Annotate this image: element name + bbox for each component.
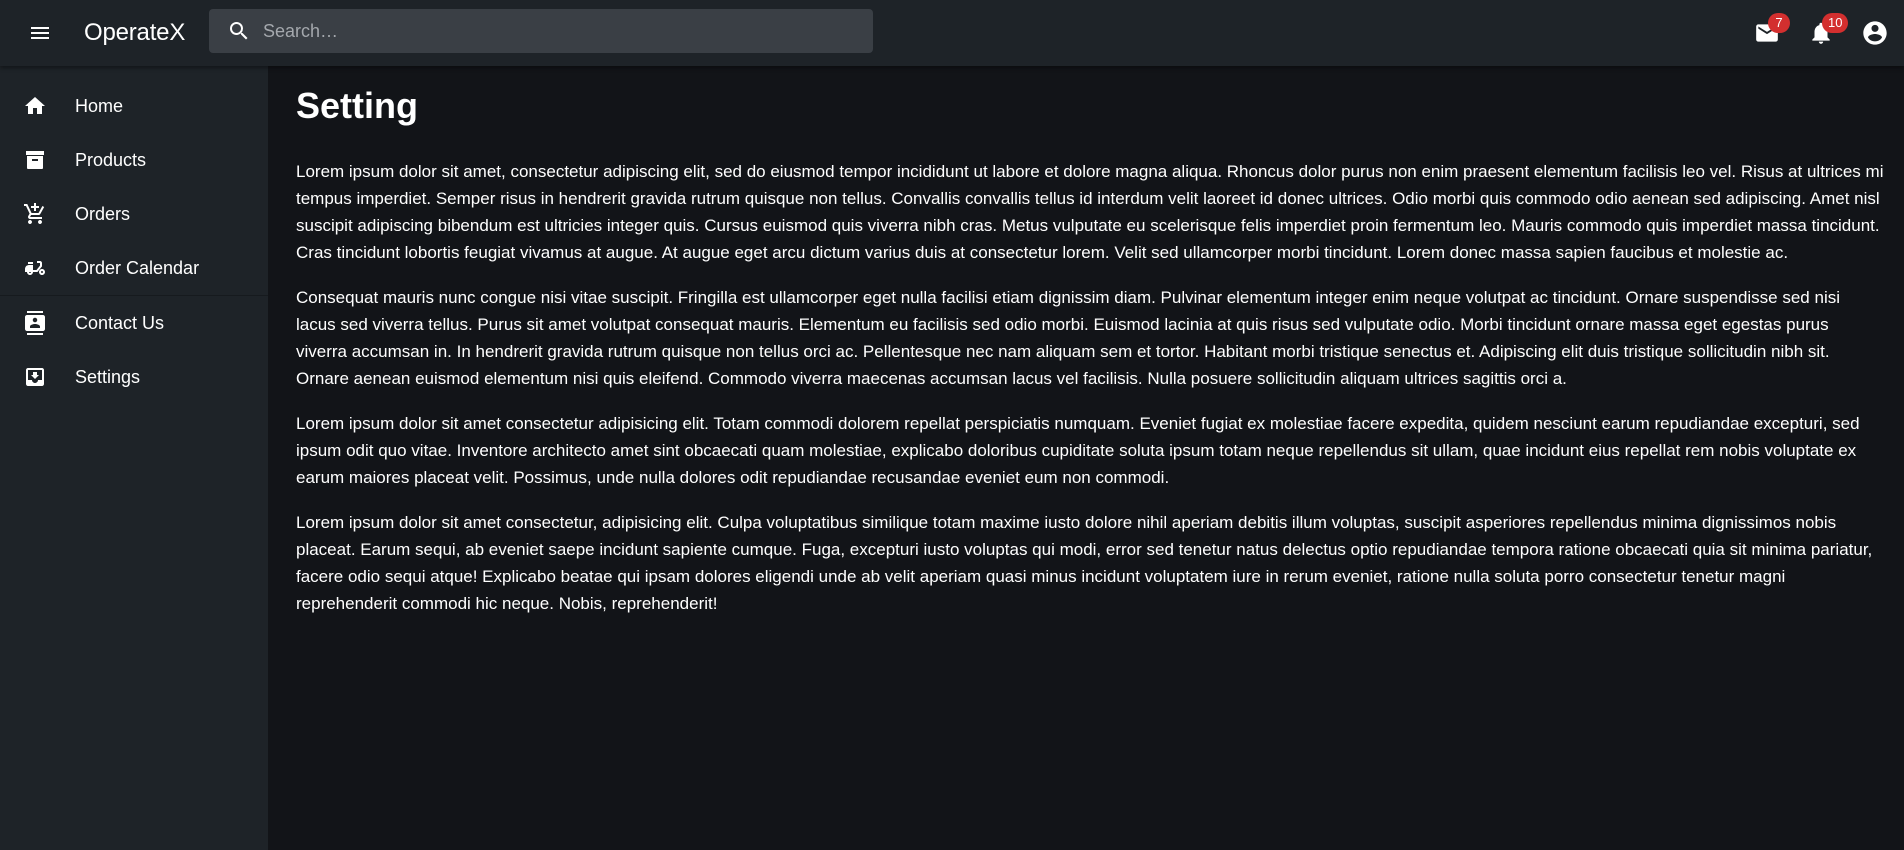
settings-box-icon (23, 365, 47, 389)
notification-badge: 10 (1822, 13, 1849, 33)
sidebar-item-label: Contact Us (75, 312, 165, 333)
sidebar-item-settings[interactable]: Settings (0, 350, 268, 404)
sidebar-item-label: Order Calendar (75, 257, 200, 278)
account-button[interactable] (1848, 6, 1902, 60)
main-content: Setting Lorem ipsum dolor sit amet, cons… (268, 66, 1904, 850)
sidebar-item-orders[interactable]: Orders (0, 187, 268, 241)
contact-card-icon (23, 311, 47, 335)
scooter-icon (23, 256, 47, 280)
content-paragraph: Lorem ipsum dolor sit amet consectetur a… (296, 414, 1860, 487)
content-paragraph: Consequat mauris nunc congue nisi vitae … (296, 288, 1840, 388)
sidebar-item-label: Home (75, 95, 124, 116)
page-title: Setting (296, 85, 418, 126)
sidebar-item-label: Products (75, 149, 147, 170)
cart-icon (23, 202, 47, 226)
hamburger-menu-icon (31, 27, 49, 39)
sidebar-item-label: Orders (75, 203, 131, 224)
account-circle-icon (1863, 21, 1887, 45)
content-paragraph: Lorem ipsum dolor sit amet, consectetur … (296, 162, 1884, 262)
sidebar-item-home[interactable]: Home (0, 79, 268, 133)
menu-button[interactable] (14, 7, 66, 59)
search-icon (230, 22, 248, 40)
home-icon (23, 94, 47, 118)
sidebar-item-products[interactable]: Products (0, 133, 268, 187)
sidebar-item-contact-us[interactable]: Contact Us (0, 296, 268, 350)
sidebar-item-order-calendar[interactable]: Order Calendar (0, 241, 268, 295)
sidebar: Home Products Orders Order Calendar Cont… (0, 66, 268, 850)
notifications-button[interactable]: 10 (1794, 6, 1849, 60)
sidebar-item-label: Settings (75, 366, 141, 387)
app-title: OperateX (84, 19, 186, 46)
mail-badge: 7 (1768, 13, 1790, 33)
content-paragraph: Lorem ipsum dolor sit amet consectetur, … (296, 513, 1873, 613)
mail-button[interactable]: 7 (1740, 6, 1794, 60)
search-bar[interactable] (209, 9, 873, 53)
header-actions: 7 10 (1740, 0, 1904, 66)
app-bar: OperateX 7 10 (0, 0, 1904, 66)
archive-icon (23, 148, 47, 172)
search-input[interactable] (263, 20, 843, 42)
